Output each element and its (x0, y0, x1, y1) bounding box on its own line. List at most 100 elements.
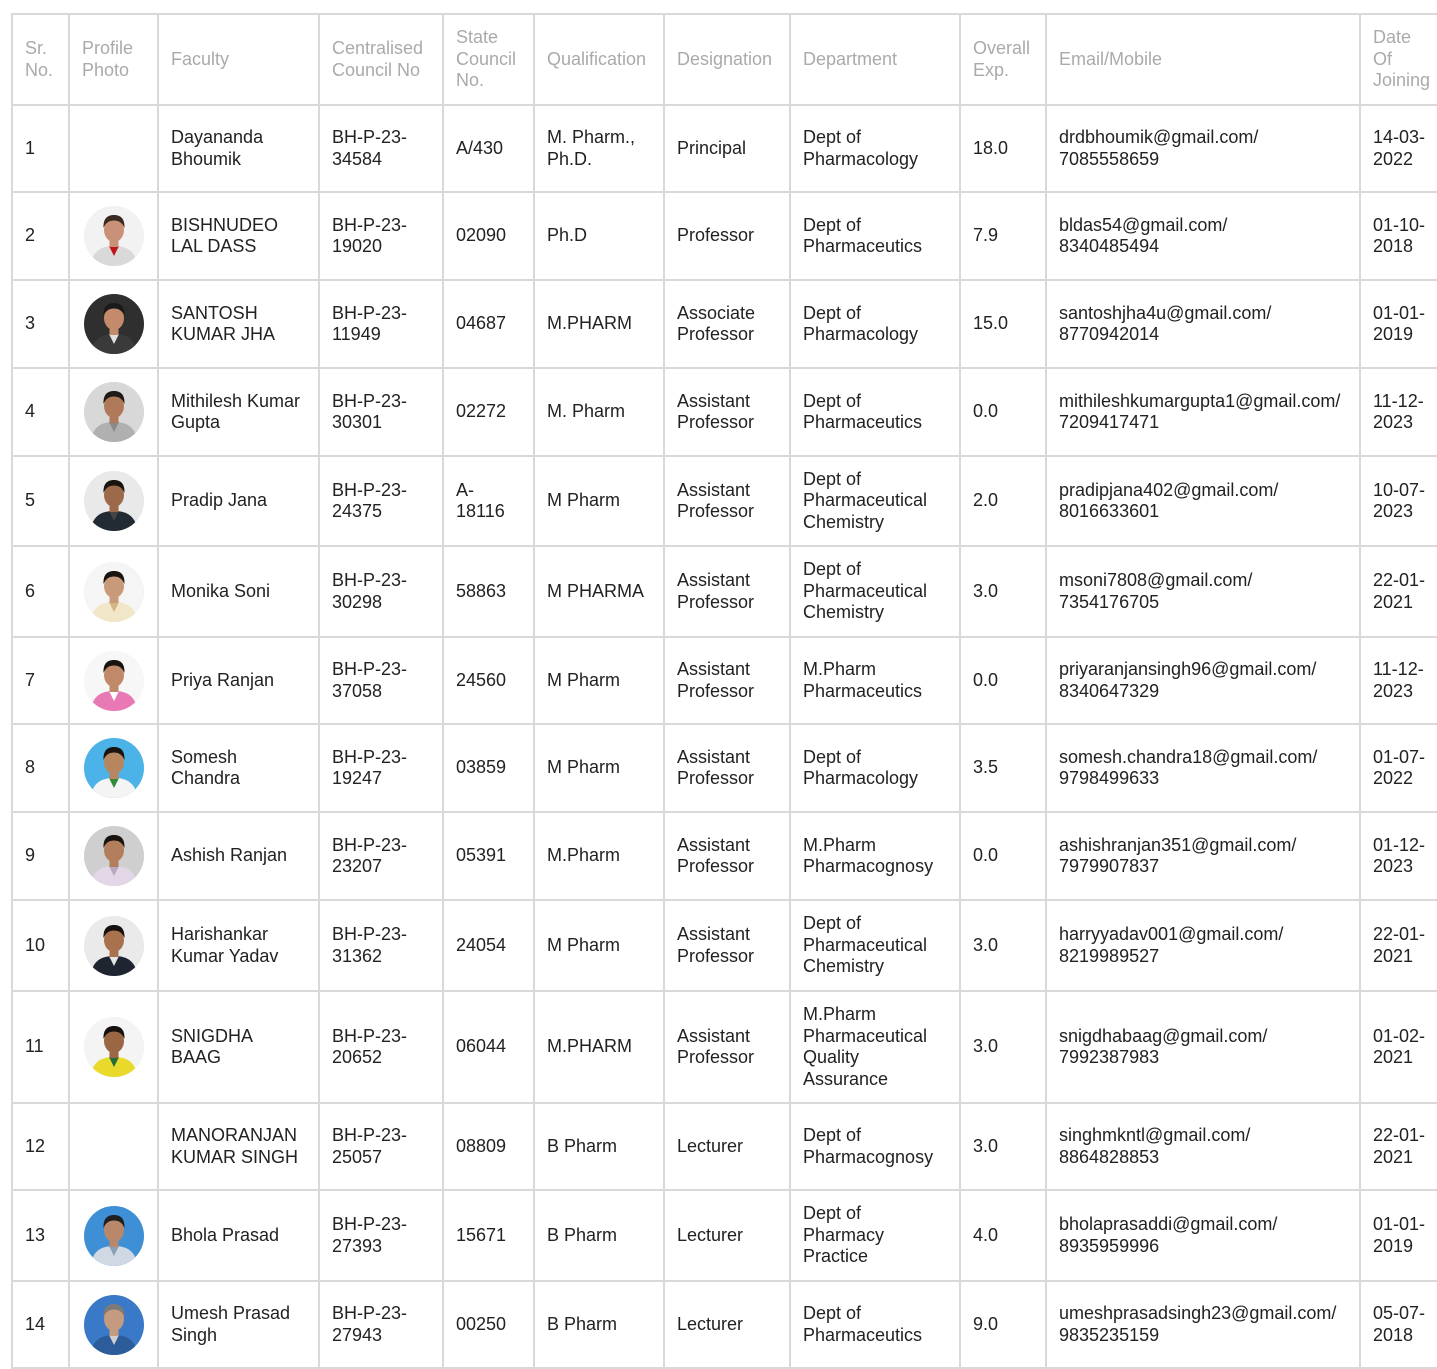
cell-dept-text: Dept of Pharmaceutical Chemistry (803, 913, 928, 977)
cell-dept-text: Dept of Pharmacology (803, 302, 919, 345)
cell-doj-text: 11-12- 2023 (1373, 659, 1424, 701)
cell-faculty-text: MANORANJAN KUMAR SINGH (171, 1125, 299, 1167)
cell-email-text: mithileshkumargupta1@gmail.com/720941747… (1059, 390, 1341, 433)
cell-sr: 12 (11, 1102, 70, 1191)
cell-desig: Lecturer (663, 1280, 791, 1369)
cell-sr-text: 6 (25, 580, 36, 601)
cell-doj-text: 22-01- 2021 (1373, 1125, 1426, 1167)
cell-email: priyaranjansingh96@gmail.com/8340647329 (1045, 636, 1361, 725)
cell-exp: 7.9 (959, 191, 1047, 281)
cell-faculty: SANTOSH KUMAR JHA (157, 279, 320, 369)
cell-exp: 9.0 (959, 1280, 1047, 1369)
cell-scn: 24054 (442, 899, 535, 992)
cell-ccn: BH-P-23- 11949 (318, 279, 444, 369)
table-row: 10 Harishankar Kumar Yadav BH-P-23- 31362 240… (11, 899, 1437, 992)
cell-email: somesh.chandra18@gmail.com/9798499633 (1045, 723, 1361, 813)
cell-dept: Dept of Pharmacy Practice (789, 1189, 961, 1282)
cell-faculty-text: Priya Ranjan (171, 669, 275, 690)
cell-ccn-text: BH-P-23- 30301 (332, 390, 408, 433)
cell-email-text: umeshprasadsingh23@gmail.com/9835235159 (1059, 1303, 1337, 1345)
table-row: 7 Priya Ranjan BH-P-23- 37058 24560 M Pharm As… (11, 636, 1437, 725)
cell-sr: 13 (11, 1189, 70, 1282)
cell-exp-text: 18.0 (973, 137, 1009, 158)
cell-qual: B Pharm (533, 1189, 665, 1282)
cell-exp-text: 4.0 (973, 1224, 999, 1245)
cell-desig: Lecturer (663, 1102, 791, 1191)
cell-sr-text: 5 (25, 490, 36, 511)
table-row: 5 Pradip Jana BH-P-23- 24375 A- 18116 M Pharm A… (11, 455, 1437, 547)
column-header-faculty: Faculty (157, 13, 320, 106)
cell-doj: 01-01- 2019 (1359, 279, 1437, 369)
table-row: 13 Bhola Prasad BH-P-23- 27393 15671 B Pharm L… (11, 1189, 1437, 1282)
cell-ccn-text: BH-P-23- 23207 (332, 834, 408, 877)
profile-photo-avatar (83, 382, 144, 442)
cell-doj-text: 22-01- 2021 (1373, 924, 1426, 966)
cell-exp-text: 0.0 (973, 669, 999, 690)
cell-faculty: Dayananda Bhoumik (157, 104, 320, 193)
cell-exp: 0.0 (959, 636, 1047, 725)
cell-qual-text: B Pharm (547, 1135, 618, 1156)
cell-photo (68, 811, 159, 901)
cell-faculty-text: Monika Soni (171, 580, 271, 601)
cell-exp-text: 0.0 (973, 401, 999, 422)
cell-sr: 1 (11, 104, 70, 193)
cell-faculty: Ashish Ranjan (157, 811, 320, 901)
cell-exp-text: 3.5 (973, 757, 999, 778)
cell-email-text: singhmkntl@gmail.com/8864828853 (1059, 1125, 1251, 1167)
cell-desig: Assistant Professor (663, 367, 791, 457)
cell-scn: 58863 (442, 545, 535, 638)
column-header-label: Overall Exp. (973, 38, 1031, 80)
cell-qual: M.Pharm (533, 811, 665, 901)
cell-email-text: msoni7808@gmail.com/7354176705 (1059, 570, 1253, 612)
cell-doj: 10-07- 2023 (1359, 455, 1437, 547)
cell-qual: M Pharm (533, 899, 665, 992)
cell-ccn-text: BH-P-23- 37058 (332, 659, 408, 701)
cell-faculty: SNIGDHA BAAG (157, 990, 320, 1104)
table-row: 11 SNIGDHA BAAG BH-P-23- 20652 06044 M.PHARM As… (11, 990, 1437, 1104)
cell-dept-text: Dept of Pharmaceutics (803, 214, 923, 257)
cell-email-text: somesh.chandra18@gmail.com/9798499633 (1059, 746, 1318, 789)
cell-faculty: Priya Ranjan (157, 636, 320, 725)
cell-ccn: BH-P-23- 19247 (318, 723, 444, 813)
cell-scn-text: 03859 (456, 757, 507, 778)
cell-email-text: ashishranjan351@gmail.com/7979907837 (1059, 834, 1297, 877)
cell-scn-text: 02090 (456, 225, 507, 246)
cell-doj-text: 01-01- 2019 (1373, 302, 1426, 345)
cell-exp: 3.0 (959, 1102, 1047, 1191)
cell-scn-text: 24054 (456, 934, 507, 955)
cell-email-text: priyaranjansingh96@gmail.com/8340647329 (1059, 659, 1317, 701)
table-row: 2 BISHNUDEO LAL DASS BH-P-23- 19020 02090 Ph.D… (11, 191, 1437, 281)
column-header-label: Profile Photo (82, 38, 134, 80)
cell-scn: 02090 (442, 191, 535, 281)
profile-photo-avatar (83, 1017, 144, 1077)
cell-dept: Dept of Pharmacognosy (789, 1102, 961, 1191)
cell-dept-text: Dept of Pharmaceutics (803, 1303, 923, 1345)
cell-exp: 3.0 (959, 545, 1047, 638)
profile-photo-avatar (83, 471, 144, 531)
cell-ccn-text: BH-P-23- 25057 (332, 1125, 408, 1167)
profile-photo-avatar (83, 561, 144, 622)
cell-dept: M.Pharm Pharmaceutics (789, 636, 961, 725)
cell-exp-text: 3.0 (973, 1135, 999, 1156)
cell-qual-text: M.PHARM (547, 1036, 632, 1057)
column-header-label: Sr. No. (25, 38, 54, 80)
cell-email-text: harryyadav001@gmail.com/8219989527 (1059, 924, 1284, 966)
cell-desig: Assistant Professor (663, 899, 791, 992)
cell-desig: Principal (663, 104, 791, 193)
cell-faculty-text: SNIGDHA BAAG (171, 1025, 254, 1068)
cell-scn: 08809 (442, 1102, 535, 1191)
column-header-label: Centralised Council No (332, 38, 424, 80)
cell-ccn-text: BH-P-23- 19020 (332, 214, 408, 257)
cell-desig-text: Lecturer (677, 1224, 744, 1245)
cell-exp-text: 0.0 (973, 845, 999, 866)
cell-qual-text: B Pharm (547, 1313, 618, 1334)
cell-photo (68, 636, 159, 725)
table-row: 3 SANTOSH KUMAR JHA BH-P-23- 11949 04687 M.PHA… (11, 279, 1437, 369)
cell-scn-text: 05391 (456, 845, 507, 866)
cell-desig-text: Assistant Professor (677, 479, 755, 522)
cell-photo (68, 191, 159, 281)
cell-dept: Dept of Pharmacology (789, 723, 961, 813)
cell-email: mithileshkumargupta1@gmail.com/720941747… (1045, 367, 1361, 457)
cell-faculty-text: Ashish Ranjan (171, 845, 288, 866)
cell-scn: 24560 (442, 636, 535, 725)
